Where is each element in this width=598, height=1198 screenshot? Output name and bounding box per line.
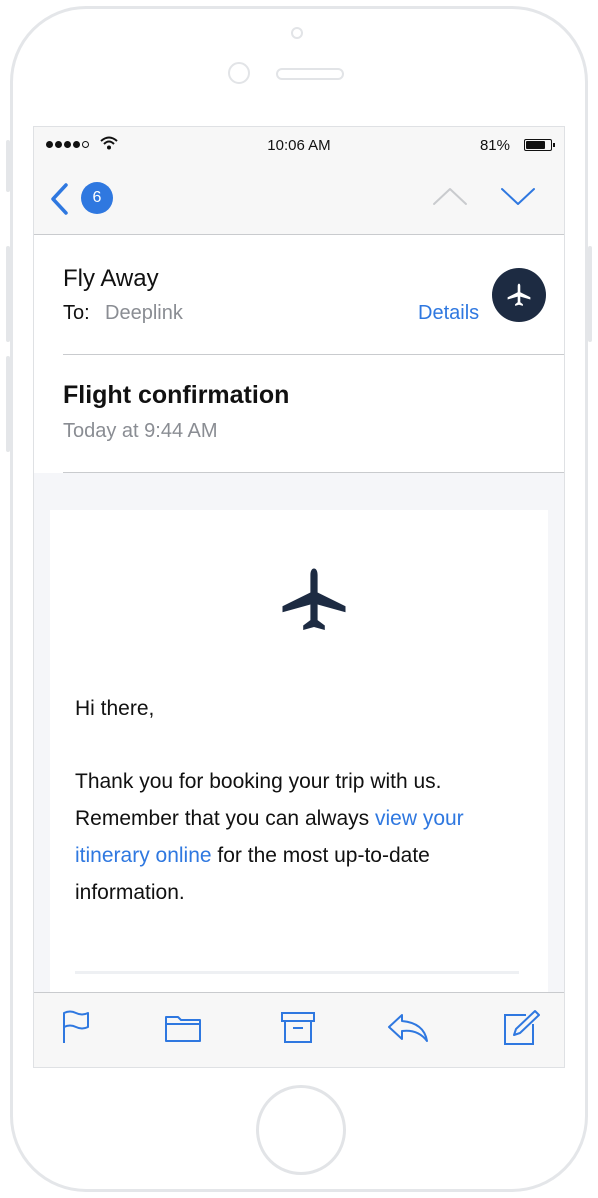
bottom-toolbar	[34, 992, 564, 1067]
compose-icon[interactable]	[502, 1009, 542, 1047]
volume-up-button	[6, 246, 10, 342]
reply-icon[interactable]	[386, 1009, 430, 1045]
front-sensor	[291, 27, 303, 39]
unread-count-badge: 6	[81, 182, 113, 214]
home-button[interactable]	[256, 1085, 346, 1175]
header-divider	[63, 354, 564, 355]
body-paragraph: Thank you for booking your trip with us.…	[75, 763, 525, 911]
nav-bar: 6	[34, 165, 564, 235]
volume-down-button	[6, 356, 10, 452]
message-date: Today at 9:44 AM	[63, 420, 218, 442]
flag-icon[interactable]	[60, 1009, 92, 1045]
chevron-left-icon	[51, 183, 68, 215]
subject-divider	[63, 472, 564, 473]
archive-icon[interactable]	[280, 1009, 316, 1045]
to-label: To:	[63, 302, 90, 324]
airplane-icon	[282, 568, 346, 630]
message-subject: Flight confirmation	[63, 381, 290, 409]
details-link[interactable]: Details	[418, 302, 479, 325]
message-header: Fly Away To: Deeplink Details Flight con…	[34, 235, 564, 473]
mute-switch	[6, 140, 10, 192]
sender-name: Fly Away	[63, 265, 159, 292]
greeting-text: Hi there,	[75, 697, 155, 720]
power-button	[588, 246, 592, 342]
chevron-down-icon[interactable]	[500, 185, 536, 207]
front-camera	[228, 62, 250, 84]
recipient-name[interactable]: Deeplink	[105, 302, 183, 325]
battery-icon	[524, 139, 555, 151]
back-button[interactable]: 6	[50, 181, 120, 217]
email-body-card: Hi there, Thank you for booking your tri…	[50, 510, 548, 1010]
sender-avatar[interactable]	[492, 268, 546, 322]
screen: 10:06 AM 81% 6 Fly Away To: Deeplink Det…	[33, 126, 565, 1068]
body-divider	[75, 971, 519, 974]
battery-percent: 81%	[479, 137, 510, 154]
chevron-up-icon[interactable]	[432, 185, 468, 207]
folder-icon[interactable]	[164, 1009, 202, 1045]
status-bar: 10:06 AM 81%	[34, 127, 564, 165]
earpiece-speaker	[276, 68, 344, 80]
airplane-icon	[507, 283, 531, 306]
